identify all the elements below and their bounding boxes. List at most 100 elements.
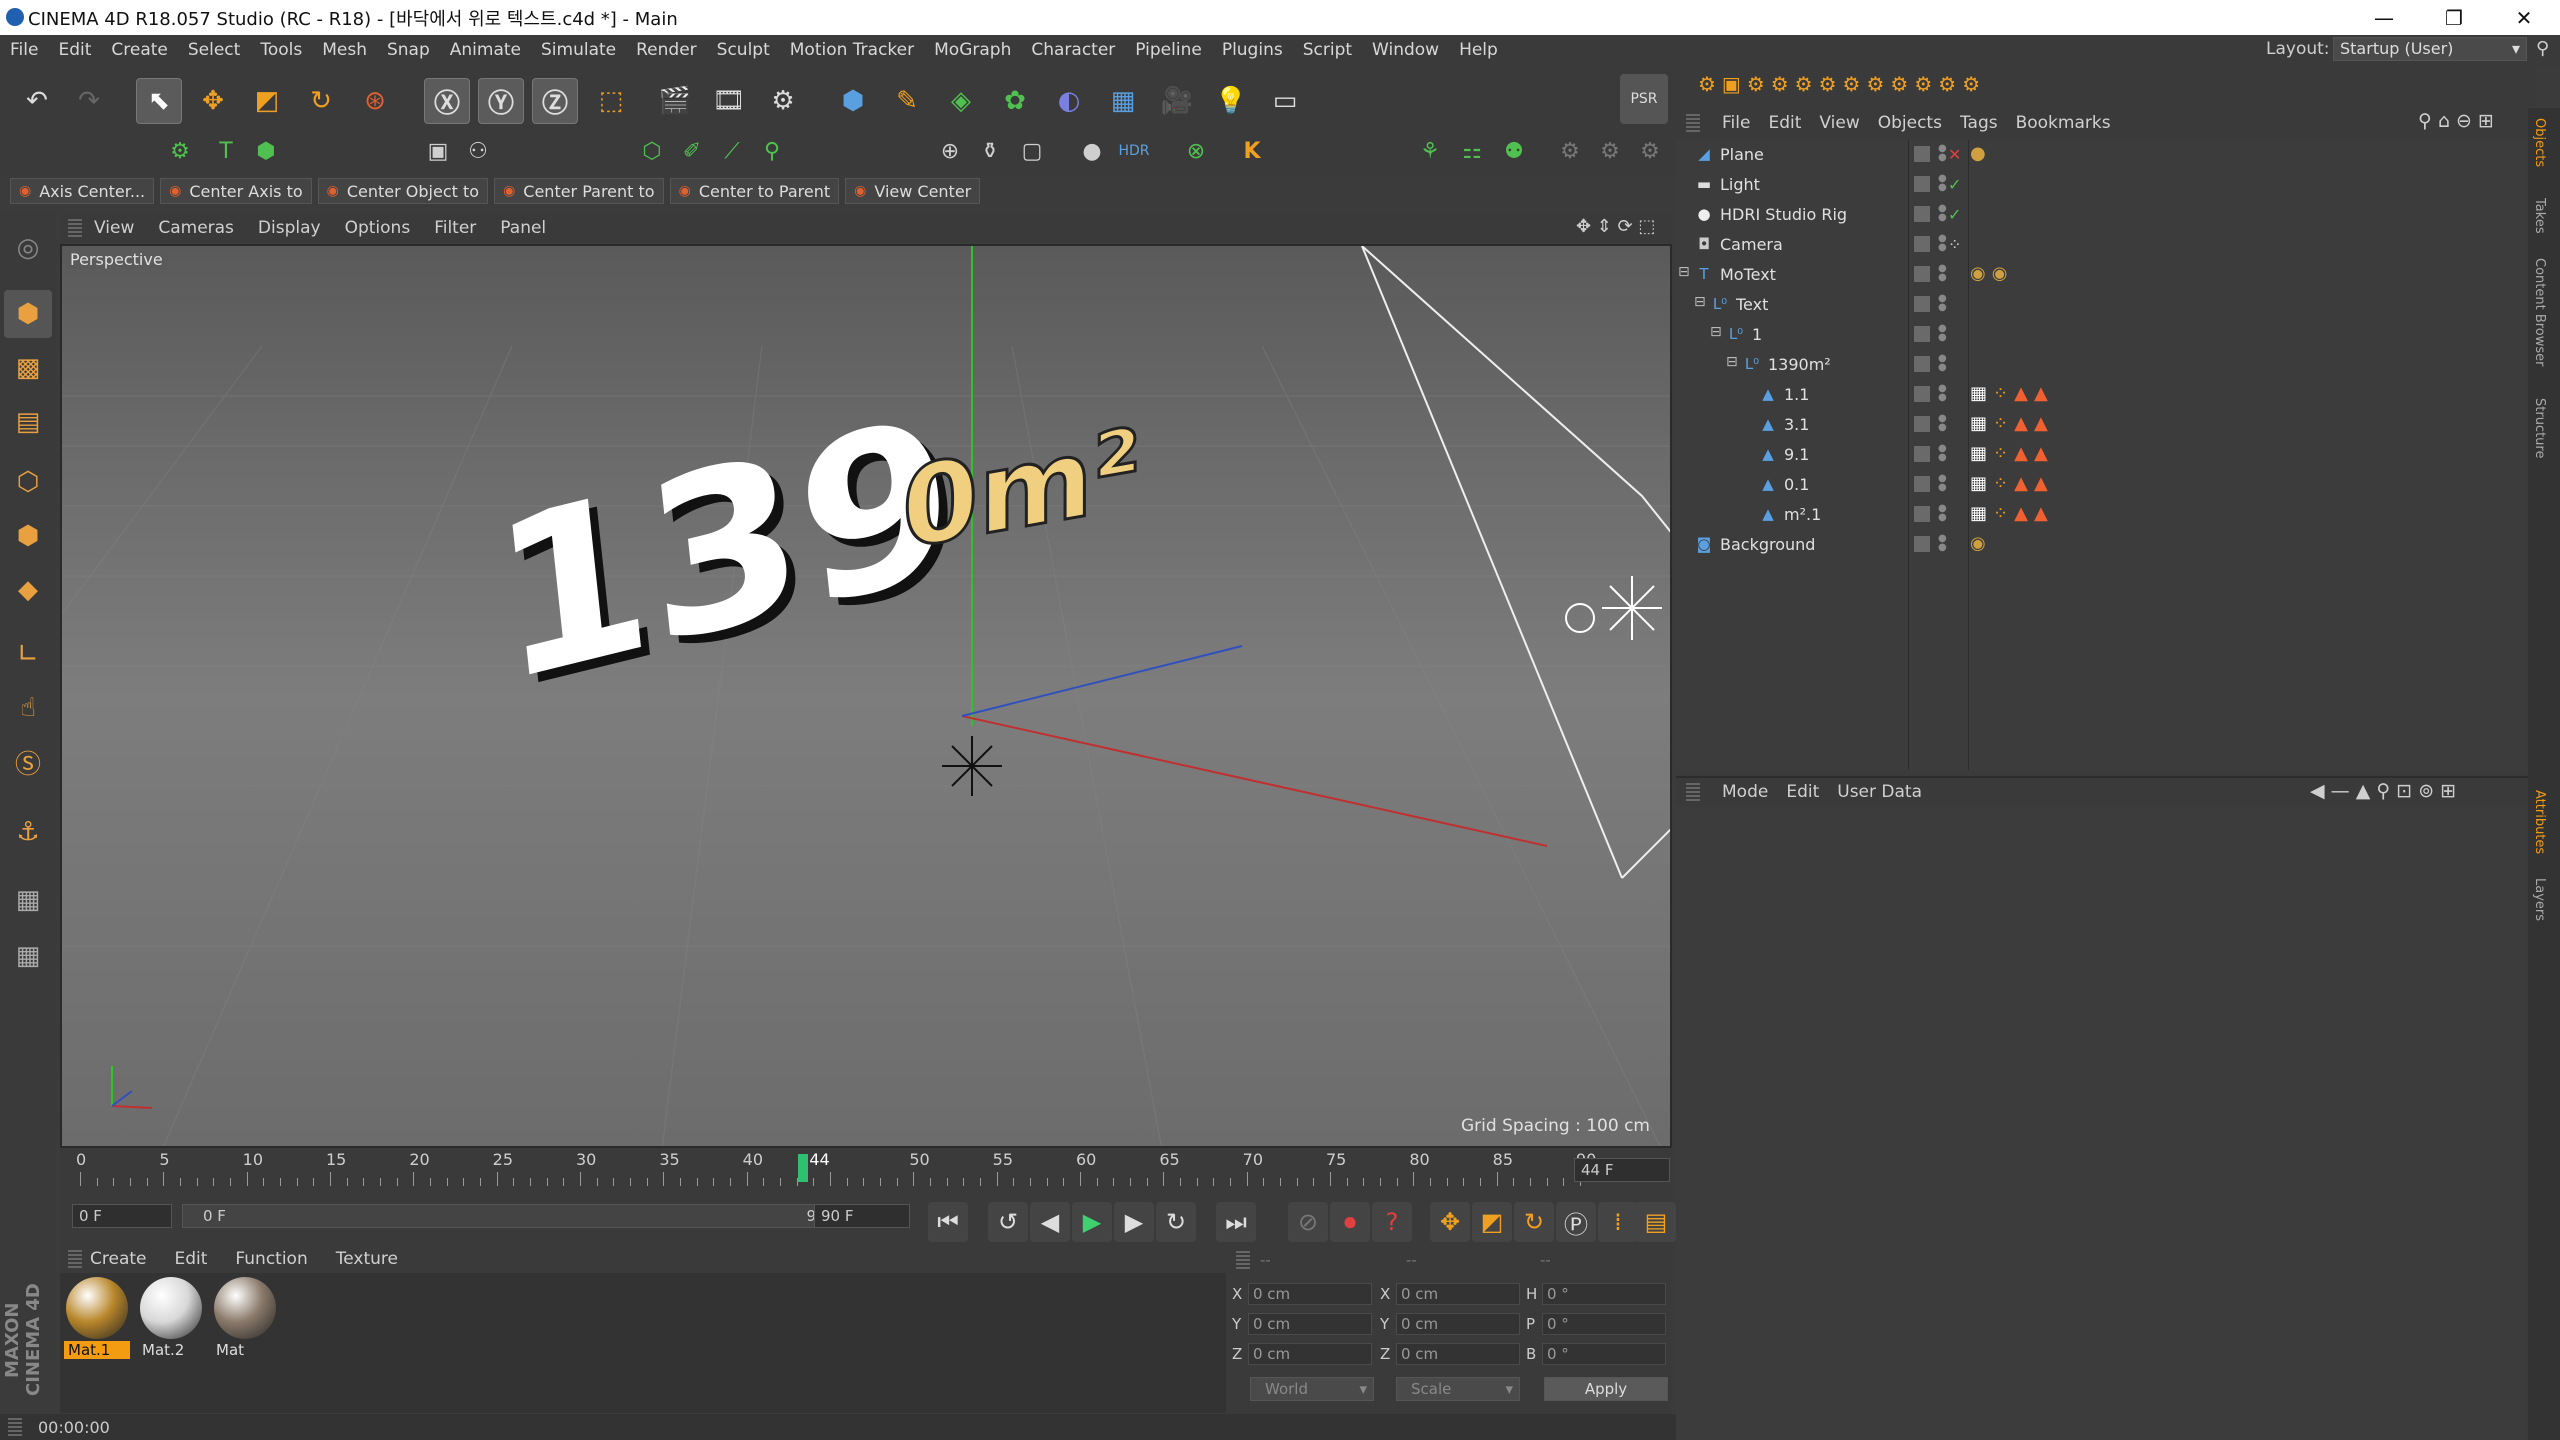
paint-icon[interactable]: ▢ xyxy=(1012,131,1052,171)
layer-color-icon[interactable] xyxy=(1914,356,1930,372)
physical-sky-icon[interactable]: ⊗ xyxy=(1176,131,1216,171)
viewport-nav-icons[interactable]: ✥ ⇕ ⟳ ⬚ xyxy=(1576,216,1655,237)
attributes-menu-user-data[interactable]: User Data xyxy=(1837,782,1922,802)
center-bar-button[interactable]: ◉ Center Axis to xyxy=(160,178,312,204)
rotate-tool-icon[interactable]: ↻ xyxy=(298,78,344,124)
tag-icon[interactable]: ▲ xyxy=(2034,443,2048,464)
menu-help[interactable]: Help xyxy=(1449,40,1508,60)
current-frame-field[interactable]: 44 F xyxy=(1574,1158,1670,1182)
viewport-solo-icon[interactable]: ▣ xyxy=(418,131,458,171)
object-menu-tags[interactable]: Tags xyxy=(1960,113,1998,133)
position-field[interactable]: 0 cm xyxy=(1248,1343,1372,1365)
viewport-solo-hierarchy-icon[interactable]: ⚇ xyxy=(458,131,498,171)
key-position-icon[interactable]: ✥ xyxy=(1430,1202,1470,1242)
tag-icon[interactable]: ▲ xyxy=(2014,413,2028,434)
object-row[interactable]: ● HDRI Studio Rig ● ● ✓ xyxy=(1676,200,2526,230)
menu-create[interactable]: Create xyxy=(101,40,178,60)
tag-icon[interactable]: ▲ xyxy=(2014,503,2028,524)
visibility-dots-icon[interactable]: ● ● xyxy=(1938,474,1947,493)
workplane-icon[interactable]: ⚙ xyxy=(1630,131,1670,171)
timeline-layout-icon[interactable]: ▤ xyxy=(1636,1202,1676,1242)
recent-tool-icon[interactable]: ⊛ xyxy=(352,78,398,124)
bone-icon[interactable]: ⟋ xyxy=(712,131,752,171)
visibility-dots-icon[interactable]: ● ● xyxy=(1938,264,1947,283)
menu-sculpt[interactable]: Sculpt xyxy=(707,40,780,60)
menu-script[interactable]: Script xyxy=(1293,40,1362,60)
object-status-icon[interactable]: ⁘ xyxy=(1948,235,1961,254)
goto-next-key-icon[interactable]: ↻ xyxy=(1156,1202,1196,1242)
menu-mograph[interactable]: MoGraph xyxy=(924,40,1021,60)
tag-icon[interactable]: ▲ xyxy=(2014,473,2028,494)
menu-tools[interactable]: Tools xyxy=(250,40,312,60)
menu-plugins[interactable]: Plugins xyxy=(1212,40,1293,60)
render-view-icon[interactable]: 🎬 xyxy=(652,78,698,124)
layer-color-icon[interactable] xyxy=(1914,236,1930,252)
scale-tool-icon[interactable]: ◩ xyxy=(244,78,290,124)
planar-workplane-icon[interactable]: ▦ xyxy=(4,932,52,980)
world-dropdown[interactable]: World ▾ xyxy=(1250,1377,1374,1401)
object-row[interactable]: ⊟ L⁰ 1 ● ● xyxy=(1676,320,2526,350)
menu-pipeline[interactable]: Pipeline xyxy=(1125,40,1212,60)
tag-icon[interactable]: ▦ xyxy=(1970,443,1987,464)
viewport-menu-filter[interactable]: Filter xyxy=(434,218,476,238)
tag-icon[interactable]: ▦ xyxy=(1970,413,1987,434)
side-tab-objects[interactable]: Objects xyxy=(2532,118,2547,167)
size-field[interactable]: 0 cm xyxy=(1396,1313,1520,1335)
layer-color-icon[interactable] xyxy=(1914,446,1930,462)
position-field[interactable]: 0 cm xyxy=(1248,1283,1372,1305)
tag-icon[interactable]: ▲ xyxy=(2034,473,2048,494)
viewport-menu-cameras[interactable]: Cameras xyxy=(158,218,234,238)
object-status-icon[interactable]: ✓ xyxy=(1948,205,1961,224)
preview-range-slider[interactable]: 0 F 90 F xyxy=(182,1204,862,1228)
size-field[interactable]: 0 cm xyxy=(1396,1283,1520,1305)
visibility-dots-icon[interactable]: ● ● xyxy=(1938,294,1947,313)
layer-color-icon[interactable] xyxy=(1914,206,1930,222)
live-selection-tool-icon[interactable]: ⬉ xyxy=(136,78,182,124)
joint-icon[interactable]: ✐ xyxy=(672,131,712,171)
side-tab-takes[interactable]: Takes xyxy=(2532,198,2547,234)
make-editable-icon[interactable]: ◎ xyxy=(4,224,52,272)
object-row[interactable]: ⊟ L⁰ 1390m² ● ● xyxy=(1676,350,2526,380)
tag-icon[interactable]: ◉ xyxy=(1992,263,2008,284)
viewport-menu-options[interactable]: Options xyxy=(345,218,411,238)
rotation-field[interactable]: 0 ° xyxy=(1542,1343,1666,1365)
snap-icon[interactable]: ⚙ xyxy=(1550,131,1590,171)
object-row[interactable]: ▲ 9.1 ● ● ▦ ⁘ ▲ ▲ xyxy=(1676,440,2526,470)
tweak-mode-icon[interactable]: ☝ xyxy=(4,684,52,732)
render-settings-icon[interactable]: ⚙ xyxy=(760,78,806,124)
hdr-icon[interactable]: HDR xyxy=(1114,131,1154,171)
visibility-dots-icon[interactable]: ● ● xyxy=(1938,324,1947,343)
tag-icon[interactable]: ◉ xyxy=(1970,263,1986,284)
material-swatch[interactable]: Mat xyxy=(212,1277,278,1363)
object-row[interactable]: ◙ Background ● ● ◉ xyxy=(1676,530,2526,560)
object-menu-bookmarks[interactable]: Bookmarks xyxy=(2016,113,2111,133)
tag-icon[interactable]: ▦ xyxy=(1970,473,1987,494)
menu-motion-tracker[interactable]: Motion Tracker xyxy=(780,40,924,60)
points-mode-icon[interactable]: ⬡ xyxy=(4,458,52,506)
snapping-icon[interactable]: ⚓ xyxy=(4,808,52,856)
tag-icon[interactable]: ▦ xyxy=(1970,503,1987,524)
material-menu-function[interactable]: Function xyxy=(235,1249,307,1269)
material-swatch[interactable]: Mat.1 xyxy=(64,1277,130,1363)
object-row[interactable]: ▬ Light ● ● ✓ xyxy=(1676,170,2526,200)
material-menu-texture[interactable]: Texture xyxy=(336,1249,398,1269)
attributes-menu-mode[interactable]: Mode xyxy=(1722,782,1768,802)
expand-toggle-icon[interactable]: ⊟ xyxy=(1710,324,1722,340)
center-bar-button[interactable]: ◉ Center Parent to xyxy=(494,178,664,204)
tag-icon[interactable]: ● xyxy=(1970,143,1986,164)
polygons-mode-icon[interactable]: ◆ xyxy=(4,566,52,614)
visibility-dots-icon[interactable]: ● ● xyxy=(1938,354,1947,373)
menu-character[interactable]: Character xyxy=(1021,40,1125,60)
center-bar-button[interactable]: ◉ Center to Parent xyxy=(669,178,840,204)
tag-icon[interactable]: ⁘ xyxy=(1993,443,2008,464)
layer-color-icon[interactable] xyxy=(1914,266,1930,282)
goto-prev-key-icon[interactable]: ↺ xyxy=(988,1202,1028,1242)
tag-icon[interactable]: ◉ xyxy=(1970,533,1986,554)
object-status-icon[interactable]: ✕ xyxy=(1948,145,1961,164)
coordinate-system-icon[interactable]: ⬚ xyxy=(588,78,634,124)
visibility-dots-icon[interactable]: ● ● xyxy=(1938,174,1947,193)
light-tool-icon[interactable]: 💡 xyxy=(1208,78,1254,124)
menu-mesh[interactable]: Mesh xyxy=(312,40,377,60)
play-icon[interactable]: ▶ xyxy=(1072,1202,1112,1242)
center-bar-button[interactable]: ◉ View Center xyxy=(845,178,981,204)
